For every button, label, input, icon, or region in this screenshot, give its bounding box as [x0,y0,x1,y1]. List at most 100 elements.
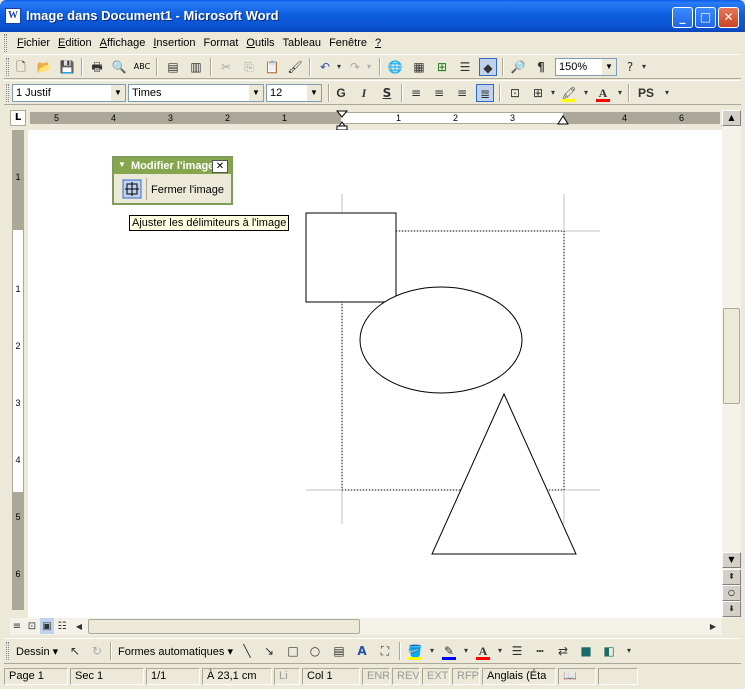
zoom-select[interactable]: 150% ▼ [555,58,617,76]
status-overtype[interactable]: RFP [452,668,480,685]
align-right-icon[interactable]: ≡ [453,84,471,102]
font-select[interactable]: Times ▼ [128,84,264,102]
style-select[interactable]: 1 Justif ▼ [12,84,126,102]
maximize-button[interactable]: □ [695,7,716,28]
format-painter-icon[interactable]: 🖌 [286,58,304,76]
spelling-status-icon[interactable]: 📖 [558,668,596,685]
line-color-dropdown-icon[interactable]: ▾ [457,642,475,660]
cut-icon[interactable]: ✂ [217,58,235,76]
oval-tool-icon[interactable]: ○ [306,642,324,660]
status-position[interactable]: À 23,1 cm [202,668,272,685]
bold-button[interactable]: G [332,84,350,102]
rectangle-tool-icon[interactable]: □ [284,642,302,660]
paste-icon[interactable]: 📋 [263,58,281,76]
menu-fichier[interactable]: Fichier [13,37,54,49]
justify-icon[interactable]: ≣ [476,84,494,102]
highlight-dropdown-icon[interactable]: ▾ [577,84,595,102]
outline-view-icon[interactable]: ☷ [55,618,69,634]
scroll-down-button[interactable]: ▼ [722,552,741,568]
status-section[interactable]: Sec 1 [70,668,144,685]
normal-view-icon[interactable]: ≡ [10,618,24,634]
word-app-icon[interactable]: W [5,8,21,24]
menu-grip[interactable] [4,33,7,52]
drawing-icon[interactable]: ◆ [479,58,497,76]
line-style-icon[interactable]: ☰ [508,642,526,660]
status-line[interactable]: Li [274,668,300,685]
triangle-shape[interactable] [431,392,577,555]
dash-style-icon[interactable]: ┅ [531,642,549,660]
rectangle-shape[interactable] [305,212,397,303]
toolbar-options-icon[interactable]: ▾ [658,84,676,102]
scroll-left-icon[interactable]: ◀ [72,618,86,634]
chevron-down-icon[interactable]: ▼ [249,85,263,101]
scroll-up-button[interactable]: ▲ [722,110,741,126]
chevron-down-icon[interactable]: ▼ [307,85,321,101]
menu-insertion[interactable]: Insertion [149,37,199,49]
text-color-icon[interactable]: A [474,642,492,660]
font-color-icon[interactable]: A [594,84,612,102]
menu-help[interactable]: ? [371,37,385,49]
open-folder-icon[interactable]: 📂 [35,58,53,76]
underline-button[interactable]: S [378,84,396,102]
outside-border-icon[interactable]: ⊡ [506,84,524,102]
columns-icon[interactable]: ☰ [456,58,474,76]
document-map-icon[interactable]: ▤ [164,58,182,76]
menu-format[interactable]: Format [200,37,243,49]
arrow-tool-icon[interactable]: ↘ [260,642,278,660]
redo-dropdown-icon[interactable]: ▾ [360,58,378,76]
indent-marker-icon[interactable] [335,109,349,131]
fill-color-icon[interactable]: 🪣 [406,642,424,660]
menu-tableau[interactable]: Tableau [279,37,326,49]
autoshapes-menu-button[interactable]: Formes automatiques ▾ [118,645,233,658]
shadow-icon[interactable]: ■ [577,642,595,660]
help-dropdown-icon[interactable]: ▾ [635,58,653,76]
line-tool-icon[interactable]: ╲ [238,642,256,660]
ps-button[interactable]: PS [634,84,658,102]
page-view-icon[interactable]: ▣ [40,618,54,634]
close-picture-button[interactable]: Fermer l'image [151,184,224,196]
clip-art-icon[interactable]: ⛶ [376,642,394,660]
print-icon[interactable]: 🖶 [88,58,106,76]
print-preview-icon[interactable]: 🔍 [110,58,128,76]
toolbar-grip[interactable] [6,58,9,76]
copy-icon[interactable]: ⎘ [240,58,258,76]
status-record-macro[interactable]: ENR [362,668,390,685]
status-pages[interactable]: 1/1 [146,668,200,685]
close-toolbar-button[interactable]: ✕ [212,160,228,173]
font-color-dropdown-icon[interactable]: ▾ [611,84,629,102]
new-document-icon[interactable]: 🗋 [12,58,30,76]
align-center-icon[interactable]: ≡ [430,84,448,102]
status-language[interactable]: Anglais (Éta [482,668,556,685]
draw-menu-button[interactable]: Dessin ▾ [16,645,58,658]
toolbar-grip[interactable] [6,642,9,660]
spelling-icon[interactable]: ABC [133,58,151,76]
modify-picture-toolbar[interactable]: Modifier l'image ▼ ✕ Fermer l'image [112,156,233,205]
zoom-tool-icon[interactable]: 🔎 [509,58,527,76]
menu-edition[interactable]: Edition [54,37,96,49]
tables-borders-icon[interactable]: ▦ [410,58,428,76]
previous-page-button[interactable]: ⇞ [722,569,741,585]
status-column[interactable]: Col 1 [302,668,360,685]
minimize-button[interactable]: _ [672,7,693,28]
insert-excel-icon[interactable]: ⊞ [433,58,451,76]
menu-affichage[interactable]: Affichage [96,37,150,49]
web-view-icon[interactable]: ⊡ [25,618,39,634]
horizontal-scroll-thumb[interactable] [88,619,360,634]
outline-icon[interactable]: ▥ [187,58,205,76]
status-page[interactable]: Page 1 [4,668,68,685]
line-color-icon[interactable]: ✎ [440,642,458,660]
font-size-select[interactable]: 12 ▼ [266,84,322,102]
reset-picture-boundary-icon[interactable] [122,179,142,199]
fill-color-dropdown-icon[interactable]: ▾ [423,642,441,660]
free-rotate-icon[interactable]: ↻ [88,642,106,660]
hyperlink-icon[interactable]: 🌐 [386,58,404,76]
wordart-icon[interactable]: A [353,642,371,660]
menu-outils[interactable]: Outils [242,37,278,49]
italic-button[interactable]: I [355,84,373,102]
vertical-scroll-thumb[interactable] [723,308,740,404]
right-indent-marker-icon[interactable] [557,112,569,126]
status-extend[interactable]: EXT [422,668,450,685]
status-track-changes[interactable]: REV [392,668,420,685]
text-color-dropdown-icon[interactable]: ▾ [491,642,509,660]
tab-selector[interactable]: L [10,110,26,126]
